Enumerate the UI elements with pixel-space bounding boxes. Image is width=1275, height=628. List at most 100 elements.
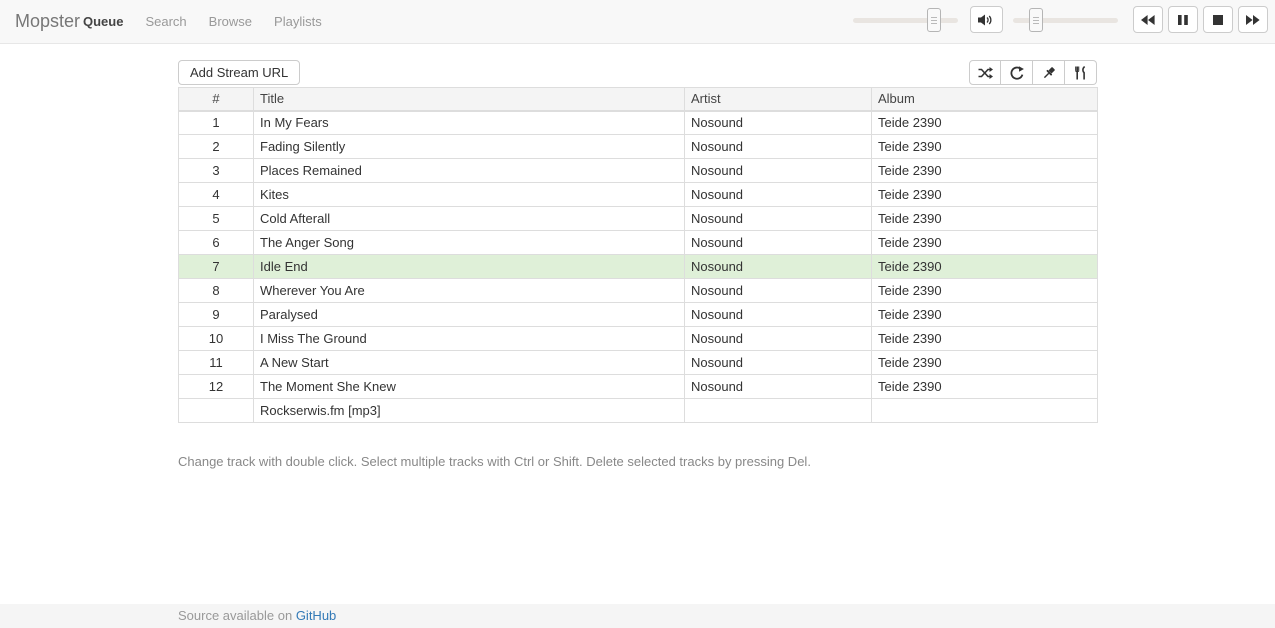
track-album: Teide 2390 xyxy=(872,327,1098,351)
queue-track-row[interactable]: 8 Wherever You Are Nosound Teide 2390 xyxy=(179,279,1098,303)
nav-item-playlists[interactable]: Playlists xyxy=(263,0,333,43)
slider-grip xyxy=(931,20,937,21)
track-title: The Moment She Knew xyxy=(254,375,685,399)
shuffle-button[interactable] xyxy=(969,60,1001,85)
slider-grip xyxy=(1033,20,1039,21)
track-title: In My Fears xyxy=(254,111,685,135)
track-album: Teide 2390 xyxy=(872,183,1098,207)
track-artist: Nosound xyxy=(685,327,872,351)
consume-button[interactable] xyxy=(1065,60,1097,85)
footer: Source available on GitHub xyxy=(0,604,1275,628)
track-number xyxy=(179,399,254,423)
add-stream-url-button[interactable]: Add Stream URL xyxy=(178,60,300,85)
track-title: Rockserwis.fm [mp3] xyxy=(254,399,685,423)
queue-track-row[interactable]: 3 Places Remained Nosound Teide 2390 xyxy=(179,159,1098,183)
queue-track-row[interactable]: 10 I Miss The Ground Nosound Teide 2390 xyxy=(179,327,1098,351)
track-album: Teide 2390 xyxy=(872,303,1098,327)
track-number: 12 xyxy=(179,375,254,399)
track-number: 5 xyxy=(179,207,254,231)
shuffle-icon xyxy=(978,67,993,79)
track-title: Fading Silently xyxy=(254,135,685,159)
track-number: 10 xyxy=(179,327,254,351)
queue-track-row[interactable]: 6 The Anger Song Nosound Teide 2390 xyxy=(179,231,1098,255)
track-artist: Nosound xyxy=(685,351,872,375)
playback-mode-group xyxy=(969,60,1097,85)
position-slider-handle[interactable] xyxy=(1029,8,1043,32)
track-title: Idle End xyxy=(254,255,685,279)
mute-button[interactable] xyxy=(970,6,1003,33)
track-title: The Anger Song xyxy=(254,231,685,255)
queue-track-row[interactable]: Rockserwis.fm [mp3] xyxy=(179,399,1098,423)
track-number: 8 xyxy=(179,279,254,303)
footer-source-text: Source available on xyxy=(178,608,296,623)
track-title: Wherever You Are xyxy=(254,279,685,303)
queue-track-row[interactable]: 11 A New Start Nosound Teide 2390 xyxy=(179,351,1098,375)
mopster-app: Mopster Queue Search Browse Playlists xyxy=(0,0,1275,628)
track-number: 11 xyxy=(179,351,254,375)
track-title: Paralysed xyxy=(254,303,685,327)
queue-help-text: Change track with double click. Select m… xyxy=(178,455,811,469)
repeat-icon xyxy=(1010,66,1024,80)
volume-slider-handle[interactable] xyxy=(927,8,941,32)
track-artist: Nosound xyxy=(685,183,872,207)
repeat-button[interactable] xyxy=(1001,60,1033,85)
position-slider[interactable] xyxy=(1013,18,1118,23)
previous-button[interactable] xyxy=(1133,6,1163,33)
track-artist: Nosound xyxy=(685,303,872,327)
nav-item-browse[interactable]: Browse xyxy=(198,0,263,43)
navbar: Mopster Queue Search Browse Playlists xyxy=(0,0,1275,44)
track-album: Teide 2390 xyxy=(872,279,1098,303)
track-artist: Nosound xyxy=(685,135,872,159)
queue-track-row[interactable]: 7 Idle End Nosound Teide 2390 xyxy=(179,255,1098,279)
track-artist: Nosound xyxy=(685,279,872,303)
track-album: Teide 2390 xyxy=(872,111,1098,135)
pushpin-icon xyxy=(1042,66,1056,80)
queue-table: # Title Artist Album 1 In My Fears Nosou… xyxy=(178,87,1098,423)
track-album: Teide 2390 xyxy=(872,231,1098,255)
queue-track-row[interactable]: 1 In My Fears Nosound Teide 2390 xyxy=(179,111,1098,135)
queue-track-row[interactable]: 2 Fading Silently Nosound Teide 2390 xyxy=(179,135,1098,159)
volume-slider[interactable] xyxy=(853,18,958,23)
nav-item-queue[interactable]: Queue xyxy=(72,0,134,43)
track-album: Teide 2390 xyxy=(872,159,1098,183)
track-artist xyxy=(685,399,872,423)
pause-button[interactable] xyxy=(1168,6,1198,33)
column-header-album: Album xyxy=(872,88,1098,111)
github-link[interactable]: GitHub xyxy=(296,608,336,623)
single-button[interactable] xyxy=(1033,60,1065,85)
brand-logo[interactable]: Mopster xyxy=(15,0,80,43)
queue-track-row[interactable]: 12 The Moment She Knew Nosound Teide 239… xyxy=(179,375,1098,399)
fast-forward-icon xyxy=(1246,15,1260,25)
track-artist: Nosound xyxy=(685,111,872,135)
track-album xyxy=(872,399,1098,423)
pause-icon xyxy=(1178,15,1188,25)
track-number: 3 xyxy=(179,159,254,183)
track-album: Teide 2390 xyxy=(872,351,1098,375)
track-number: 6 xyxy=(179,231,254,255)
track-title: Kites xyxy=(254,183,685,207)
track-number: 9 xyxy=(179,303,254,327)
queue-track-row[interactable]: 5 Cold Afterall Nosound Teide 2390 xyxy=(179,207,1098,231)
queue-track-row[interactable]: 4 Kites Nosound Teide 2390 xyxy=(179,183,1098,207)
track-artist: Nosound xyxy=(685,231,872,255)
next-button[interactable] xyxy=(1238,6,1268,33)
track-number: 7 xyxy=(179,255,254,279)
track-title: Cold Afterall xyxy=(254,207,685,231)
track-number: 4 xyxy=(179,183,254,207)
column-header-artist: Artist xyxy=(685,88,872,111)
stop-button[interactable] xyxy=(1203,6,1233,33)
queue-track-row[interactable]: 9 Paralysed Nosound Teide 2390 xyxy=(179,303,1098,327)
track-artist: Nosound xyxy=(685,207,872,231)
track-title: I Miss The Ground xyxy=(254,327,685,351)
track-album: Teide 2390 xyxy=(872,255,1098,279)
rewind-icon xyxy=(1141,15,1155,25)
nav-item-search[interactable]: Search xyxy=(134,0,197,43)
stop-icon xyxy=(1213,15,1223,25)
main-nav: Queue Search Browse Playlists xyxy=(72,0,333,43)
track-title: A New Start xyxy=(254,351,685,375)
footer-text: Source available on GitHub xyxy=(178,604,1275,628)
track-album: Teide 2390 xyxy=(872,207,1098,231)
column-header-num: # xyxy=(179,88,254,111)
track-title: Places Remained xyxy=(254,159,685,183)
column-header-title: Title xyxy=(254,88,685,111)
